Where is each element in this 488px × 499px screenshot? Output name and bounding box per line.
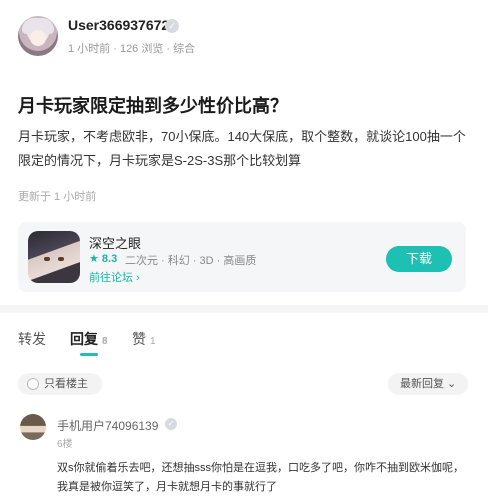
tab-count: 8 xyxy=(102,336,108,347)
author-avatar[interactable] xyxy=(18,16,58,56)
verified-badge-icon: ✓ xyxy=(165,19,179,33)
tab-label: 赞 xyxy=(132,331,146,347)
game-card[interactable]: 深空之眼 ★ 8.3 二次元 · 科幻 · 3D · 高画质 前往论坛 › 下载 xyxy=(18,222,466,292)
tab-replies[interactable]: 回复 8 xyxy=(70,329,108,349)
tab-repost[interactable]: 转发 xyxy=(18,329,50,349)
game-score: ★ 8.3 xyxy=(89,253,118,265)
reply-username[interactable]: 手机用户74096139 xyxy=(57,417,158,434)
reply-text: 双s你就偷着乐去吧，还想抽sss你怕是在逗我，口吃多了吧，你咋不抽到欧米伽呢，我… xyxy=(57,462,464,493)
only-author-label: 只看楼主 xyxy=(44,378,88,390)
game-name: 深空之眼 xyxy=(89,236,142,251)
forum-link[interactable]: 前往论坛 › xyxy=(89,269,140,285)
thumb-eye-right xyxy=(58,257,64,261)
post-card: User366937672 ✓ 1 小时前 · 126 浏览 · 综合 月卡玩家… xyxy=(0,0,488,305)
post-meta: 1 小时前 · 126 浏览 · 综合 xyxy=(68,43,196,55)
post-title: 月卡玩家限定抽到多少性价比高？ xyxy=(18,96,288,116)
thumb-eye-left xyxy=(44,257,50,261)
active-tab-indicator xyxy=(80,353,98,356)
tab-likes[interactable]: 赞1 xyxy=(132,329,156,349)
verified-badge-icon: ✓ xyxy=(165,418,177,430)
post-updated-time: 更新于 1 小时前 xyxy=(18,191,97,203)
game-tags: 二次元 · 科幻 · 3D · 高画质 xyxy=(125,255,257,267)
download-button[interactable]: 下载 xyxy=(386,246,452,272)
radio-circle-icon xyxy=(27,378,39,390)
post-content: 月卡玩家，不考虑欧非，70小保底。140大保底，取个整数，就谈论100抽一个限定… xyxy=(18,129,466,168)
author-name[interactable]: User366937672 xyxy=(68,17,169,33)
reply-floor: 6楼 xyxy=(57,439,73,450)
replies-section: 转发 回复 8 赞1 只看楼主 最新回复 ⌄ 手机用户74096139 ✓ 6楼 … xyxy=(0,313,488,499)
tab-count: 1 xyxy=(150,336,156,347)
sort-dropdown[interactable]: 最新回复 ⌄ xyxy=(388,373,468,395)
only-author-toggle[interactable]: 只看楼主 xyxy=(18,373,102,395)
tab-label: 转发 xyxy=(18,331,46,347)
reply-avatar[interactable] xyxy=(20,414,46,440)
tab-label: 回复 xyxy=(70,331,98,347)
avatar-face xyxy=(30,30,46,46)
game-thumbnail xyxy=(28,231,80,283)
